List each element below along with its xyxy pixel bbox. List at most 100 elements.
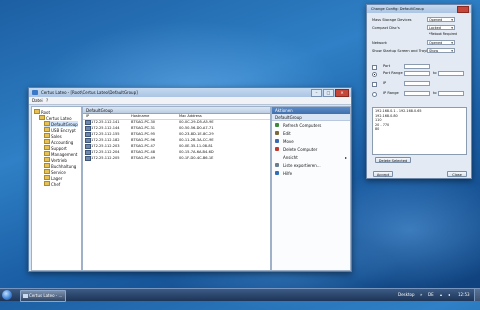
cell-ip: 172.25.112.144: [91, 126, 120, 130]
ip-checkbox[interactable]: [372, 82, 377, 87]
port-range-from[interactable]: [404, 71, 430, 76]
cell-mac: 00-0C-29-D5-A5-9E: [179, 120, 214, 124]
range-entry[interactable]: 110: [375, 118, 381, 122]
column-hostname[interactable]: Hostname: [131, 114, 149, 118]
cell-hostname: BTSAG-PC-96: [131, 138, 156, 142]
folder-icon: [44, 163, 50, 168]
startup-select[interactable]: Show: [427, 48, 455, 54]
close-dialog-button[interactable]: Close: [447, 171, 467, 177]
cell-mac: 00-11-2B-3A-CC-9E: [179, 138, 214, 142]
action-item[interactable]: Liste exportieren...: [272, 162, 350, 169]
folder-icon: [34, 109, 40, 114]
cell-hostname: BTSAG-PC-30: [131, 120, 156, 124]
delete-selected-button[interactable]: Delete Selected: [375, 157, 411, 163]
network-select[interactable]: Opened: [427, 40, 455, 46]
help-icon: [275, 171, 279, 175]
action-item[interactable]: Refresh Computers: [272, 122, 350, 129]
mass-storage-select[interactable]: Opened: [427, 17, 455, 23]
action-item[interactable]: Ansicht ▸: [272, 154, 350, 161]
main-titlebar[interactable]: Certus Lateo - [Root\Certus Lateo\Defaul…: [29, 88, 351, 97]
menu-bar: Datei ?: [29, 97, 351, 105]
cell-mac: 00-15-7A-6A-B4-6D: [179, 150, 214, 154]
language-indicator[interactable]: DE: [428, 292, 434, 297]
network-icon[interactable]: ▴: [440, 292, 442, 297]
range-entry[interactable]: 20 - 770: [375, 123, 389, 127]
action-label: Hilfe: [283, 171, 293, 176]
column-mac[interactable]: Mac Address: [179, 114, 202, 118]
folder-icon: [44, 169, 50, 174]
cell-hostname: BTSAG-PC-95: [131, 132, 156, 136]
reboot-note: *Reboot Required: [429, 32, 457, 36]
folder-icon: [44, 145, 50, 150]
port-range-label: Port Range: [383, 71, 403, 75]
action-label: Move: [283, 139, 294, 144]
folder-icon: [44, 127, 50, 132]
clock[interactable]: 12:53: [458, 292, 470, 297]
action-item[interactable]: Delete Computer: [272, 146, 350, 153]
folder-icon: [44, 139, 50, 144]
actions-group: DefaultGroup: [272, 114, 350, 121]
dialog-close-icon[interactable]: [457, 6, 469, 13]
action-label: Edit: [283, 131, 291, 136]
cell-mac: 00-50-56-D0-A7-71: [179, 126, 214, 130]
mass-storage-label: Mass Storage Devices: [372, 18, 412, 22]
port-input[interactable]: [404, 64, 430, 69]
maximize-button[interactable]: □: [323, 89, 334, 97]
table-row[interactable]: 172.25.112.205 BTSAG-PC-49 00-1F-D0-4C-B6-…: [83, 155, 270, 161]
export-icon: [275, 163, 279, 167]
chevron-icon[interactable]: »: [420, 292, 422, 297]
folder-icon: [39, 115, 45, 120]
actions-panel: Aktionen DefaultGroup Refresh Computers E…: [271, 106, 351, 271]
taskbar-app-button[interactable]: Certus Lateo - ...: [20, 290, 66, 302]
range-entry[interactable]: 192.168.0.1 - 192.168.0.65: [375, 109, 422, 113]
action-item[interactable]: Edit: [272, 130, 350, 137]
ip-input[interactable]: [404, 81, 430, 86]
port-range-to-label: to: [433, 71, 437, 75]
tree-item-label: Chef: [51, 182, 61, 187]
start-button[interactable]: [2, 290, 12, 300]
dialog-title: Change Config: DefaultGroup: [371, 7, 424, 11]
app-icon: [32, 90, 38, 95]
port-checkbox[interactable]: [372, 65, 377, 70]
volume-icon[interactable]: ◂: [448, 292, 450, 297]
desktop-toolbar[interactable]: Desktop: [398, 292, 415, 297]
range-entry[interactable]: 80: [375, 127, 379, 131]
port-range-to[interactable]: [438, 71, 464, 76]
action-label: Delete Computer: [283, 147, 318, 152]
range-entry[interactable]: 192.168.0.80: [375, 114, 398, 118]
cell-ip: 172.25.112.203: [91, 144, 120, 148]
tree-item[interactable]: Chef: [44, 181, 60, 187]
show-desktop-button[interactable]: [474, 289, 480, 301]
accept-button[interactable]: Accept: [373, 171, 393, 177]
action-item[interactable]: Hilfe: [272, 170, 350, 177]
window-icon: [23, 294, 28, 298]
port-range-radio[interactable]: [372, 72, 377, 77]
taskbar: Certus Lateo - ... Desktop » DE ▴ ◂ 12:5…: [0, 288, 480, 302]
dialog-titlebar[interactable]: Change Config: DefaultGroup: [367, 5, 471, 13]
column-ip[interactable]: IP: [86, 114, 89, 118]
compact-discs-select[interactable]: Locked: [427, 25, 455, 31]
ip-range-from[interactable]: [404, 91, 430, 96]
cell-ip: 172.25.112.205: [91, 156, 120, 160]
port-label: Port: [383, 64, 391, 68]
cell-mac: 00-0E-35-11-08-81: [179, 144, 213, 148]
action-label: Liste exportieren...: [283, 163, 321, 168]
compact-discs-label: Compact Disc's: [372, 26, 400, 30]
window-title: Certus Lateo - [Root\Certus Lateo\Defaul…: [41, 90, 138, 95]
action-label: Ansicht: [283, 155, 298, 160]
group-tree: Root Certus Lateo DefaultGroup USB Encrypt S…: [31, 106, 82, 271]
cell-hostname: BTSAG-PC-47: [131, 144, 156, 148]
ip-range-to[interactable]: [438, 91, 464, 96]
ip-range-radio[interactable]: [372, 92, 377, 97]
ip-range-label: IP Range: [383, 91, 399, 95]
menu-help[interactable]: ?: [46, 98, 48, 103]
action-label: Refresh Computers: [283, 123, 322, 128]
ranges-listbox[interactable]: 192.168.0.1 - 192.168.0.65 192.168.0.80 11…: [372, 107, 467, 155]
submenu-arrow-icon: ▸: [344, 155, 347, 160]
cell-hostname: BTSAG-PC-31: [131, 126, 156, 130]
config-dialog: Change Config: DefaultGroup Mass Storage…: [366, 4, 472, 179]
menu-datei[interactable]: Datei: [32, 98, 43, 103]
minimize-button[interactable]: –: [311, 89, 322, 97]
action-item[interactable]: Move: [272, 138, 350, 145]
close-button[interactable]: ✕: [335, 89, 349, 97]
